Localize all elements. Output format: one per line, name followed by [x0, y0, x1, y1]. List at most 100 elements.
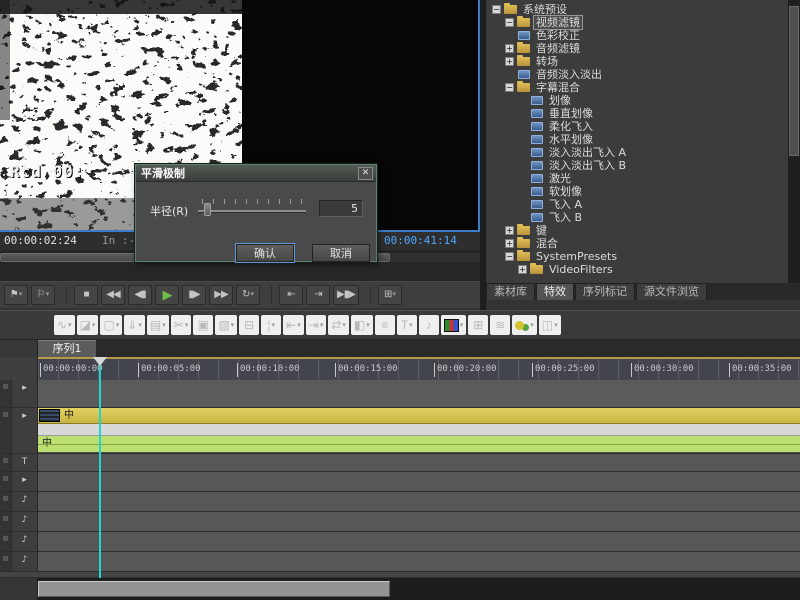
track-lane[interactable] [38, 512, 800, 531]
palette-tree-item[interactable]: 划像 [486, 94, 788, 107]
prev-frame-button[interactable]: ◀▮ [128, 285, 152, 305]
track-lane[interactable] [38, 454, 800, 471]
layout-button[interactable]: ⊞ ▾ [378, 285, 402, 305]
playback-quality-button[interactable]: ▾ [512, 315, 537, 335]
next-frame-button[interactable]: ▮▶ [182, 285, 206, 305]
ripple-delete-button[interactable]: ⊟ [239, 315, 259, 335]
mixer-lane[interactable] [38, 424, 800, 436]
color-correction-button[interactable]: ▾ [441, 315, 467, 335]
track-expand-icon[interactable]: ▸ [12, 408, 37, 453]
track-header[interactable]: ♪ [0, 492, 38, 511]
track-lane[interactable] [38, 552, 800, 571]
track-expand-icon[interactable]: ▸ [12, 380, 37, 407]
save-project-button[interactable]: ▤ ▾ [147, 315, 169, 335]
track-header[interactable]: T [0, 454, 38, 471]
track-lock-icon[interactable] [0, 380, 12, 407]
tree-expander-icon[interactable]: − [492, 5, 501, 14]
video-clip[interactable]: 中 [38, 408, 800, 424]
palette-tree-item[interactable]: + 音频滤镜 [486, 42, 788, 55]
track-lock-icon[interactable] [0, 532, 12, 551]
track-header[interactable]: ♪ [0, 512, 38, 531]
palette-tree-item[interactable]: 飞入 A [486, 198, 788, 211]
tree-expander-icon[interactable]: + [505, 226, 514, 235]
track-lane[interactable] [38, 492, 800, 511]
track-header[interactable]: ▸ [0, 408, 38, 453]
tree-expander-icon[interactable]: + [505, 239, 514, 248]
palette-tree-item[interactable]: 飞入 B [486, 211, 788, 224]
trim-end-button[interactable]: ⇥ ▾ [306, 315, 327, 335]
goto-out-button[interactable]: ⇥ [306, 285, 330, 305]
track-header[interactable]: ▸ [0, 380, 38, 407]
palette-scrollbar-thumb[interactable] [789, 6, 799, 156]
track-header[interactable]: ♪ [0, 532, 38, 551]
tree-expander-icon[interactable]: + [505, 57, 514, 66]
audio-track-icon[interactable]: ♪ [12, 512, 37, 531]
palette-tree-item[interactable]: + 混合 [486, 237, 788, 250]
track-lane[interactable]: 中 中 [38, 408, 800, 453]
import-button[interactable]: ⇓ ▾ [124, 315, 145, 335]
tab-sequence-marker[interactable]: 序列标记 [575, 283, 635, 300]
goto-in-button[interactable]: ⇤ [279, 285, 303, 305]
palette-tree-item[interactable]: 软划像 [486, 185, 788, 198]
title-track-icon[interactable]: T [12, 454, 37, 471]
set-in-button[interactable]: ⚑ ▾ [4, 285, 28, 305]
position-slider-track[interactable] [390, 253, 480, 262]
play-around-button[interactable]: ▶▮▶ [333, 285, 359, 305]
tab-sequence-1[interactable]: 序列1 [38, 340, 96, 357]
tree-expander-icon[interactable]: − [505, 252, 514, 261]
playhead-line[interactable] [99, 359, 101, 578]
palette-tree-item[interactable]: 激光 [486, 172, 788, 185]
trim-start-button[interactable]: ⇤ ▾ [283, 315, 304, 335]
palette-tree-item[interactable]: + 转场 [486, 55, 788, 68]
track-expand-icon[interactable]: ▸ [12, 472, 37, 491]
track-lock-icon[interactable] [0, 454, 12, 471]
palette-scrollbar[interactable] [788, 0, 800, 283]
track-lock-icon[interactable] [0, 408, 12, 453]
palette-tree-item[interactable]: + VideoFilters [486, 263, 788, 276]
track-lane[interactable] [38, 380, 800, 407]
tree-expander-icon[interactable]: + [518, 265, 527, 274]
track-header[interactable]: ♪ [0, 552, 38, 571]
play-button[interactable]: ▶ [155, 285, 179, 305]
loop-play-button[interactable]: ↻ ▾ [236, 285, 260, 305]
palette-tree-item[interactable]: 柔化飞入 [486, 120, 788, 133]
track-header[interactable]: ▸ [0, 472, 38, 491]
palette-tree-item[interactable]: − 系统预设 [486, 3, 788, 16]
track-lock-icon[interactable] [0, 472, 12, 491]
timeline-horizontal-scrollbar[interactable] [0, 578, 800, 600]
stop-button[interactable]: ■ [74, 285, 98, 305]
cut-button[interactable]: ✂ ▾ [171, 315, 192, 335]
radius-slider[interactable] [198, 199, 306, 217]
palette-tree-item[interactable]: + 键 [486, 224, 788, 237]
timeline-mode-button[interactable]: ∿ ▾ [54, 315, 75, 335]
swap-in-out-button[interactable]: ⇄ ▾ [328, 315, 349, 335]
voice-over-button[interactable]: ♪ [419, 315, 439, 335]
paste-button[interactable]: ▨ ▾ [215, 315, 237, 335]
track-lock-icon[interactable] [0, 512, 12, 531]
audio-mixer-button[interactable]: ≡ [375, 315, 395, 335]
palette-tree-item[interactable]: 淡入淡出飞入 B [486, 159, 788, 172]
add-title-button[interactable]: T ▾ [397, 315, 417, 335]
confirm-button[interactable]: 确认 [236, 244, 294, 262]
dialog-title-bar[interactable]: 平滑极制 ✕ [136, 165, 376, 182]
palette-tree-item[interactable]: − 字幕混合 [486, 81, 788, 94]
playhead-marker[interactable] [93, 357, 107, 366]
grid-view-button[interactable]: ⊞ [468, 315, 488, 335]
add-transition-button[interactable]: ◧ ▾ [351, 315, 373, 335]
rewind-button[interactable]: ◀◀ [101, 285, 125, 305]
track-lane[interactable] [38, 472, 800, 491]
palette-tree-item[interactable]: − SystemPresets [486, 250, 788, 263]
waveform-button[interactable]: ≋ [490, 315, 510, 335]
new-sequence-button[interactable]: ▢ ▾ [100, 315, 122, 335]
insert-mode-button[interactable]: ◪ ▾ [77, 315, 99, 335]
cancel-button[interactable]: 取消 [312, 244, 370, 262]
tree-expander-icon[interactable]: + [505, 44, 514, 53]
track-lock-icon[interactable] [0, 492, 12, 511]
palette-tree-item[interactable]: 水平划像 [486, 133, 788, 146]
audio-track-icon[interactable]: ♪ [12, 552, 37, 571]
audio-track-icon[interactable]: ♪ [12, 532, 37, 551]
track-lane[interactable] [38, 532, 800, 551]
dual-monitor-button[interactable]: ◫ ▾ [539, 315, 561, 335]
audio-clip[interactable]: 中 [38, 436, 800, 452]
slider-thumb[interactable] [204, 203, 211, 216]
